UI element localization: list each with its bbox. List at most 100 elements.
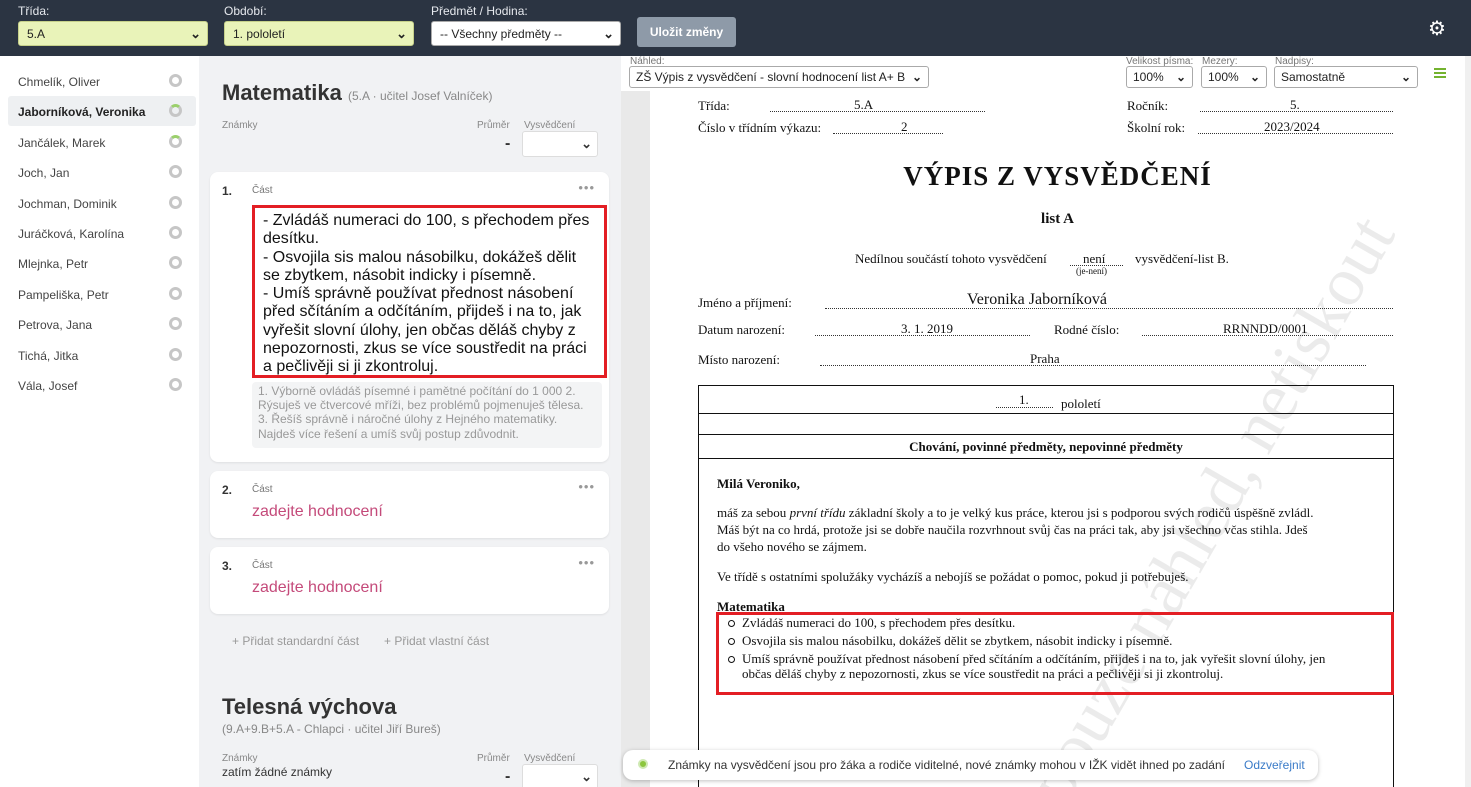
progress-ring-icon xyxy=(169,226,182,239)
chevron-down-icon: ⌄ xyxy=(396,26,407,41)
doc-bullet: Umíš správně používat přednost násobení … xyxy=(727,651,1326,666)
doc-paragraph-line: Ve třídě s ostatními spolužáky vycházíš … xyxy=(717,569,1189,584)
subject-select[interactable]: -- Všechny předměty -- ⌄ xyxy=(431,21,621,46)
subject-heading: Telesná výchova xyxy=(222,694,396,720)
add-own-part-label: Přidat vlastní část xyxy=(394,634,490,648)
doc-period-label: pololetí xyxy=(1061,396,1101,411)
evaluation-panel: Matematika (5.A · učitel Josef Valníček)… xyxy=(199,56,621,787)
part-label: Část xyxy=(252,560,273,571)
app: Třída: 5.A ⌄ Období: 1. pololetí ⌄ Předm… xyxy=(0,0,1471,787)
student-item[interactable]: Vála, Josef xyxy=(8,370,196,400)
student-name: Jančálek, Marek xyxy=(18,136,106,150)
headings-select[interactable]: Samostatně ⌄ xyxy=(1274,66,1418,88)
add-standard-part-button[interactable]: + Přidat standardní část xyxy=(232,634,359,648)
student-name: Chmelík, Oliver xyxy=(18,75,101,89)
doc-register-value: 2 xyxy=(901,119,908,134)
add-own-part-button[interactable]: + Přidat vlastní část xyxy=(384,634,489,648)
student-item-selected[interactable]: Jaborníková, Veronika xyxy=(8,96,196,126)
period-filter: Období: 1. pololetí ⌄ xyxy=(224,4,414,46)
evaluation-textarea[interactable]: - Zvládáš numeraci do 100, s přechodem p… xyxy=(252,205,607,378)
doc-bullet: Zvládáš numeraci do 100, s přechodem pře… xyxy=(727,615,1016,630)
font-size-select[interactable]: 100% ⌄ xyxy=(1126,66,1193,88)
preview-template-select[interactable]: ZŠ Výpis z vysvědčení - slovní hodnocení… xyxy=(629,66,929,88)
progress-ring-icon xyxy=(169,256,182,269)
plus-icon: + xyxy=(232,634,243,648)
student-name: Juráčková, Karolína xyxy=(18,227,125,241)
subject-meta: (9.A+9.B+5.A - Chlapci · učitel Jiří Bur… xyxy=(222,722,441,736)
student-name: Tichá, Jitka xyxy=(18,349,79,363)
visibility-notice: Známky na vysvědčení jsou pro žáka a rod… xyxy=(623,750,1318,780)
doc-grade-value: 5. xyxy=(1290,97,1300,112)
dotted-line xyxy=(833,133,943,134)
student-name: Mlejnka, Petr xyxy=(18,257,89,271)
doc-section-title: Chování, povinné předměty, nepovinné pře… xyxy=(909,439,1183,454)
doc-subtitle: list A xyxy=(1041,211,1074,227)
report-grade-select[interactable]: ⌄ xyxy=(522,764,598,787)
doc-title: VÝPIS Z VYSVĚDČENÍ xyxy=(903,161,1212,191)
student-item[interactable]: Juráčková, Karolína xyxy=(8,218,196,248)
doc-register-label: Číslo v třídním výkazu: xyxy=(698,120,822,135)
student-item[interactable]: Petrova, Jana xyxy=(8,309,196,339)
doc-text-italic: první třídu xyxy=(789,505,846,520)
subject-title: Telesná výchova xyxy=(222,694,397,719)
table-border xyxy=(698,434,1394,435)
more-icon[interactable]: ••• xyxy=(578,479,595,494)
student-item[interactable]: Jančálek, Marek xyxy=(8,127,196,157)
student-item[interactable]: Joch, Jan xyxy=(8,157,196,187)
save-changes-button[interactable]: Uložit změny xyxy=(637,17,736,47)
report-grade-label: Vysvědčení xyxy=(524,120,576,131)
average-label: Průměr xyxy=(477,120,510,131)
period-select-value: 1. pololetí xyxy=(233,27,286,41)
report-grade-select[interactable]: ⌄ xyxy=(522,131,598,157)
doc-name-value: Veronika Jaborníková xyxy=(967,291,1107,308)
period-select[interactable]: 1. pololetí ⌄ xyxy=(224,21,414,46)
class-select[interactable]: 5.A ⌄ xyxy=(18,21,208,46)
student-name: Jaborníková, Veronika xyxy=(18,105,146,119)
scrollbar[interactable] xyxy=(1465,56,1471,787)
notice-text: Známky na vysvědčení jsou pro žáka a rod… xyxy=(668,758,1225,772)
chevron-down-icon: ⌄ xyxy=(603,26,614,41)
part-label: Část xyxy=(252,484,273,495)
chevron-down-icon: ⌄ xyxy=(1249,70,1260,84)
doc-attachment-hint: (je-není) xyxy=(1076,266,1107,276)
student-item[interactable]: Mlejnka, Petr xyxy=(8,248,196,278)
menu-icon[interactable] xyxy=(1434,68,1446,78)
doc-evaluation-highlight: Zvládáš numeraci do 100, s přechodem pře… xyxy=(716,612,1394,695)
subject-label: Předmět / Hodina: xyxy=(431,4,528,18)
doc-birthnumber-value: RRNNDD/0001 xyxy=(1223,321,1308,336)
doc-class-label: Třída: xyxy=(698,98,730,113)
more-icon[interactable]: ••• xyxy=(578,180,595,195)
preview-panel: Náhled: ZŠ Výpis z vysvědčení - slovní h… xyxy=(621,56,1465,787)
part-number: 3. xyxy=(222,559,233,573)
doc-attachment-text: Nedílnou součástí tohoto vysvědčení xyxy=(855,251,1047,266)
report-grade-label: Vysvědčení xyxy=(524,753,576,764)
evaluation-placeholder[interactable]: zadejte hodnocení xyxy=(252,579,383,597)
gear-icon[interactable]: ⚙ xyxy=(1428,16,1446,41)
evaluation-placeholder[interactable]: zadejte hodnocení xyxy=(252,503,383,521)
doc-paragraph-line: Máš být na co hrdá, protože jsi se dobře… xyxy=(717,522,1308,537)
preview-template-value: ZŠ Výpis z vysvědčení - slovní hodnocení… xyxy=(636,70,906,84)
student-item[interactable]: Chmelík, Oliver xyxy=(8,66,196,96)
part-number: 1. xyxy=(222,184,233,198)
student-item[interactable]: Pampeliška, Petr xyxy=(8,279,196,309)
table-border xyxy=(698,413,1394,414)
student-item[interactable]: Tichá, Jitka xyxy=(8,340,196,370)
doc-birthplace-label: Místo narození: xyxy=(698,352,780,367)
progress-ring-icon xyxy=(169,74,182,87)
more-icon[interactable]: ••• xyxy=(578,555,595,570)
part-number: 2. xyxy=(222,483,233,497)
student-name: Joch, Jan xyxy=(18,166,70,180)
student-list: Chmelík, Oliver Jaborníková, Veronika Ja… xyxy=(0,56,199,787)
dotted-line xyxy=(820,365,1366,366)
spacing-select[interactable]: 100% ⌄ xyxy=(1201,66,1267,88)
status-dot-icon xyxy=(638,759,648,769)
average-value: - xyxy=(505,135,511,152)
grades-label: Známky xyxy=(222,753,258,764)
class-label: Třída: xyxy=(18,4,50,18)
unpublish-link[interactable]: Odzveřejnit xyxy=(1244,758,1305,772)
subject-filter: Předmět / Hodina: -- Všechny předměty --… xyxy=(431,4,621,46)
doc-class-value: 5.A xyxy=(854,97,874,112)
chevron-down-icon: ⌄ xyxy=(1175,70,1186,84)
progress-ring-icon xyxy=(169,348,182,361)
student-item[interactable]: Jochman, Dominik xyxy=(8,188,196,218)
